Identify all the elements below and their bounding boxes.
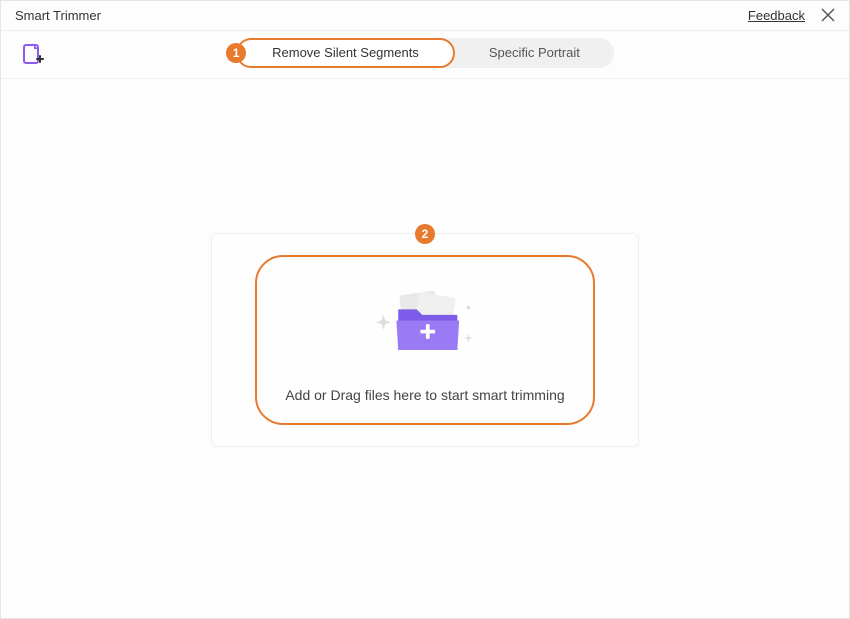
tabs-container: 1 Remove Silent Segments Specific Portra… [236, 38, 614, 68]
step-badge-1: 1 [226, 43, 246, 63]
folder-plus-icon [365, 287, 485, 365]
close-icon[interactable] [819, 7, 837, 25]
feedback-link[interactable]: Feedback [748, 8, 805, 23]
smart-trimmer-window: Smart Trimmer Feedback 1 Remove Sile [0, 0, 850, 619]
tab-specific-portrait[interactable]: Specific Portrait [455, 38, 614, 68]
mode-tabs: Remove Silent Segments Specific Portrait [236, 38, 614, 68]
file-drop-zone[interactable]: Add or Drag files here to start smart tr… [255, 255, 595, 425]
titlebar-actions: Feedback [748, 7, 837, 25]
window-title: Smart Trimmer [15, 8, 101, 23]
add-file-icon[interactable] [21, 43, 45, 67]
tab-remove-silent[interactable]: Remove Silent Segments [236, 38, 455, 68]
toolbar: 1 Remove Silent Segments Specific Portra… [1, 31, 849, 79]
drop-card: 2 [211, 233, 639, 447]
main-content: 2 [1, 79, 849, 618]
step-badge-2: 2 [415, 224, 435, 244]
titlebar: Smart Trimmer Feedback [1, 1, 849, 31]
drop-zone-text: Add or Drag files here to start smart tr… [285, 387, 564, 403]
